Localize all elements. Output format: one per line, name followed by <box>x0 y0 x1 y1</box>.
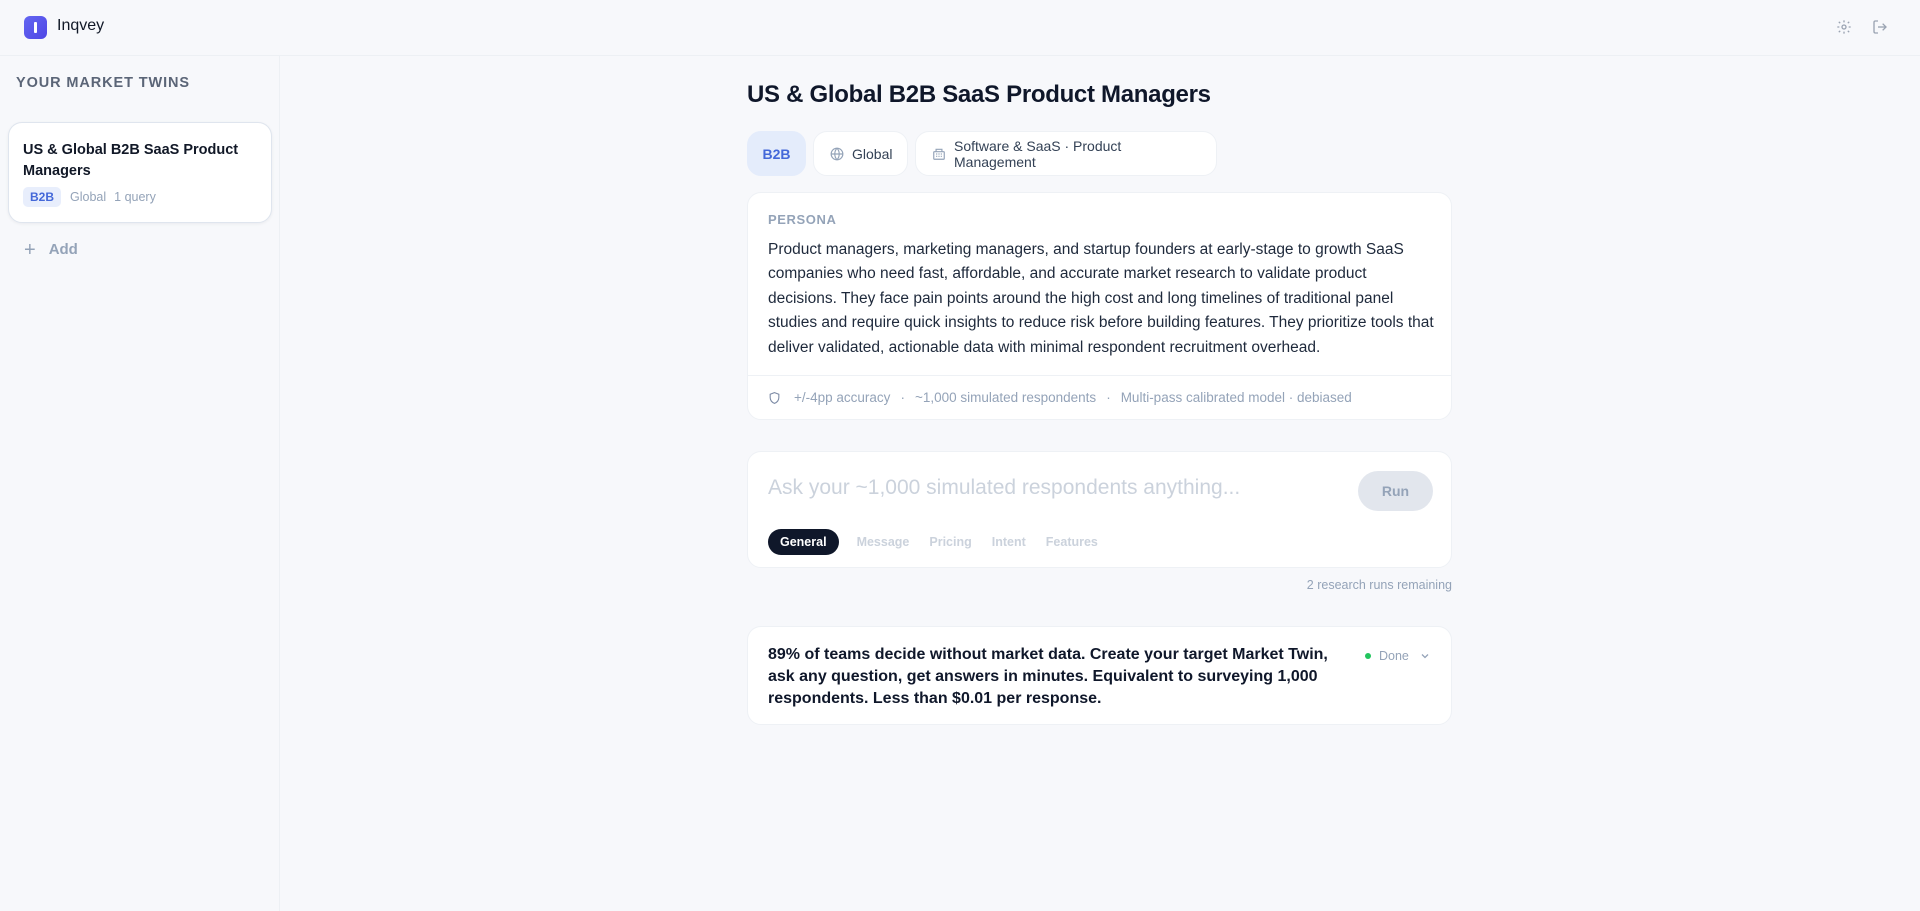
sidebar-heading: YOUR MARKET TWINS <box>16 75 190 91</box>
tab-features[interactable]: Features <box>1046 535 1098 549</box>
shield-icon <box>768 391 782 405</box>
gear-icon[interactable] <box>1835 18 1853 36</box>
query-input[interactable] <box>768 473 1328 503</box>
twin-meta: B2B Global 1 query <box>23 187 156 207</box>
industry-chip: Software & SaaS · Product Management <box>915 131 1217 176</box>
separator-dot: · <box>900 390 905 405</box>
add-twin-button[interactable]: + Add <box>24 238 78 261</box>
tab-intent[interactable]: Intent <box>992 535 1026 549</box>
tab-message[interactable]: Message <box>857 535 910 549</box>
twin-title: US & Global B2B SaaS Product Managers <box>23 142 239 179</box>
query-type-tabs: General Message Pricing Intent Features <box>768 529 1118 555</box>
persona-label: PERSONA <box>768 212 837 227</box>
status-dot <box>1365 653 1371 659</box>
separator-dot: · <box>1106 390 1111 405</box>
building-icon <box>932 147 946 161</box>
chevron-down-icon[interactable] <box>1419 650 1431 662</box>
twin-card[interactable]: US & Global B2B SaaS Product Managers B2… <box>8 122 272 223</box>
status-indicator[interactable]: Done <box>1365 649 1431 663</box>
status-label: Done <box>1379 649 1409 663</box>
plus-icon: + <box>24 238 36 261</box>
accuracy-stat: +/-4pp accuracy <box>794 390 891 405</box>
region-chip: Global <box>813 131 908 176</box>
respondents-stat: ~1,000 simulated respondents <box>914 390 1097 405</box>
add-label: Add <box>48 241 78 258</box>
query-card: Run General Message Pricing Intent Featu… <box>747 451 1452 568</box>
logout-icon[interactable] <box>1871 18 1889 36</box>
top-bar: Inqvey <box>0 0 1920 56</box>
result-text: 89% of teams decide without market data.… <box>768 646 1328 707</box>
persona-card: PERSONA Product managers, marketing mana… <box>747 192 1452 420</box>
sidebar: YOUR MARKET TWINS US & Global B2B SaaS P… <box>0 56 280 911</box>
page-title: US & Global B2B SaaS Product Managers <box>747 81 1211 108</box>
twin-region: Global <box>70 190 107 204</box>
run-button[interactable]: Run <box>1358 471 1433 511</box>
persona-text: Product managers, marketing managers, an… <box>768 241 1434 356</box>
runs-remaining: 2 research runs remaining <box>1306 578 1452 592</box>
result-card[interactable]: 89% of teams decide without market data.… <box>747 626 1452 725</box>
tab-pricing[interactable]: Pricing <box>929 535 971 549</box>
tab-general[interactable]: General <box>768 529 839 555</box>
divider <box>748 375 1451 376</box>
persona-stats: +/-4pp accuracy · ~1,000 simulated respo… <box>768 390 1352 405</box>
twin-query-count: 1 query <box>114 190 156 204</box>
region-label: Global <box>852 145 893 162</box>
segment-chip: B2B <box>747 131 806 176</box>
industry-label: Software & SaaS · Product Management <box>954 137 1122 170</box>
segment-badge: B2B <box>23 187 62 207</box>
brand-name[interactable]: Inqvey <box>57 17 104 35</box>
model-stat: Multi-pass calibrated model · debiased <box>1120 390 1352 405</box>
globe-icon <box>830 147 844 161</box>
logo-icon[interactable] <box>24 16 47 39</box>
